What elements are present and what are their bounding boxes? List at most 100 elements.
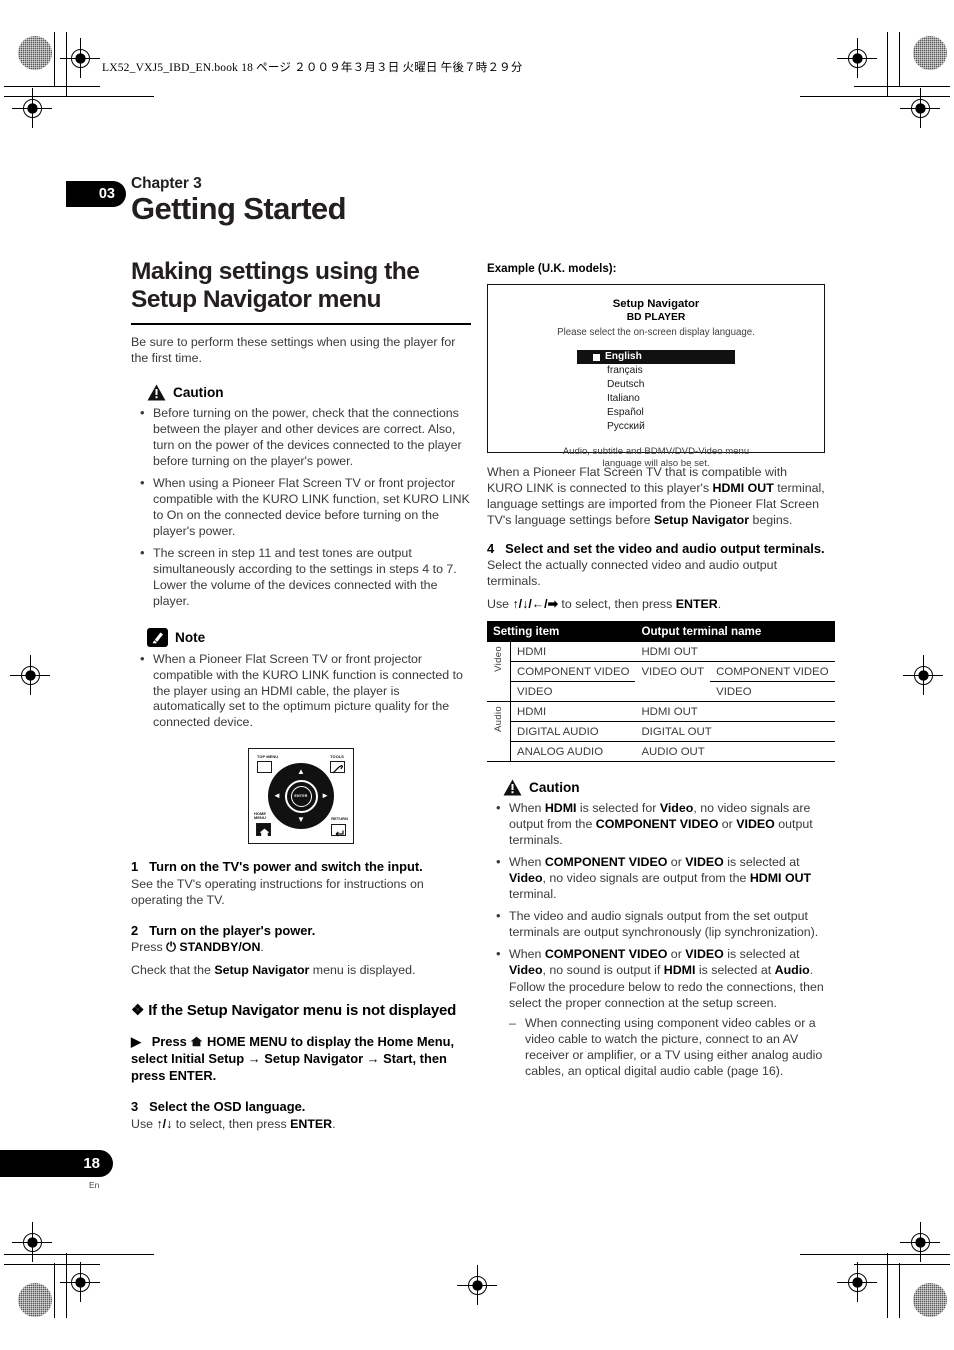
crop-line-bottom-left-v — [54, 1263, 55, 1318]
osd-language-list: English français Deutsch Italiano Españo… — [498, 350, 814, 433]
table-header-setting-item: Setting item — [487, 621, 636, 643]
osd-language-label: English — [605, 351, 642, 363]
registration-mark-bottom-center — [457, 1265, 497, 1305]
step-2-check-post: menu is displayed. — [309, 963, 416, 978]
step-3-heading: 3 Select the OSD language. — [131, 1099, 471, 1114]
step-2-period: . — [260, 940, 264, 955]
c2-b1: COMPONENT VIDEO — [544, 855, 668, 870]
crop-line-top-right-v — [899, 32, 900, 87]
example-label: Example (U.K. models): — [487, 262, 617, 275]
dpad-right-arrow[interactable]: ► — [321, 792, 329, 800]
setup-navigator-term: Setup Navigator — [654, 513, 750, 527]
home-icon — [259, 828, 270, 837]
return-arrow-icon — [335, 830, 344, 837]
note-list: When a Pioneer Flat Screen TV or front p… — [131, 651, 471, 732]
crop-line-top-left-v2 — [66, 32, 67, 97]
arrow-step-press: Press — [151, 1034, 191, 1050]
osd-language-option[interactable]: Русский — [577, 420, 735, 434]
c4-b1: COMPONENT VIDEO — [544, 946, 668, 961]
table-cell-item: HDMI — [510, 701, 636, 723]
osd-footer-line-1: Audio, subtitle and BDMV/DVD-Video menu — [562, 445, 750, 457]
note-item: When a Pioneer Flat Screen TV or front p… — [131, 651, 471, 732]
step-2-press-text: Press — [131, 940, 167, 955]
osd-language-option[interactable]: Deutsch — [577, 378, 735, 392]
subheading-setup-navigator-not-displayed: ❖ If the Setup Navigator menu is not dis… — [131, 1002, 471, 1021]
remote-home-menu-key[interactable] — [256, 823, 271, 837]
crop-line-top-left-v — [54, 32, 55, 87]
standby-on-label: STANDBY/ON — [179, 940, 261, 955]
registration-mark-bottom-left-corner — [12, 88, 52, 128]
step-2-number: 2 — [131, 922, 139, 938]
c4-b3: Video — [509, 962, 543, 977]
c1-b1: HDMI — [544, 801, 577, 816]
osd-language-option[interactable]: Italiano — [577, 392, 735, 406]
step-2-title: Turn on the player's power. — [149, 922, 316, 938]
remote-return-key[interactable] — [331, 824, 346, 837]
caution-heading-right: Caution — [503, 779, 825, 796]
c1-b2: Video — [659, 801, 694, 816]
osd-language-option-selected[interactable]: English — [577, 350, 735, 365]
step-4: 4 Select and set the video and audio out… — [487, 541, 825, 612]
remote-dpad[interactable]: ▲ ▼ ◄ ► ENTER — [268, 763, 334, 830]
arrow-step-marker: ▶ — [131, 1034, 141, 1050]
page-number-tab: 18 — [0, 1150, 113, 1177]
caution-item: When HDMI is selected for Video, no vide… — [487, 800, 825, 849]
dpad-left-arrow[interactable]: ◄ — [273, 792, 281, 800]
step-4-heading: 4 Select and set the video and audio out… — [487, 541, 825, 556]
enter-label: ENTER — [675, 597, 718, 612]
c4-b2: VIDEO — [685, 946, 724, 961]
table-cell-item: HDMI — [510, 642, 636, 663]
registration-mark-top-right-corner — [900, 88, 940, 128]
step-2-heading: 2 Turn on the player's power. — [131, 923, 471, 938]
osd-example-box: Setup Navigator BD PLAYER Please select … — [487, 284, 825, 469]
step-1-title: Turn on the TV's power and switch the in… — [149, 859, 423, 875]
osd-language-option[interactable]: français — [577, 364, 735, 378]
left-column: Chapter 3 Getting Started Making setting… — [131, 175, 471, 1132]
registration-mark-bottom-right — [837, 1262, 877, 1302]
osd-subtitle: BD PLAYER — [626, 312, 686, 324]
chapter-label: Chapter 3 — [131, 175, 202, 192]
c1-b3: COMPONENT VIDEO — [595, 817, 719, 832]
remote-illustration-wrap: TOP MENU TOOLS HOME MENU RETURN ▲ ▼ ◄ ► … — [131, 748, 471, 845]
density-dot-bottom-left — [18, 1283, 52, 1317]
step-4-title: Select and set the video and audio outpu… — [505, 541, 825, 556]
note-heading: Note — [147, 627, 471, 647]
remote-tools-key[interactable] — [330, 761, 345, 774]
caution-item: Before turning on the power, check that … — [131, 405, 471, 470]
step-4-use-post: . — [717, 597, 722, 612]
remote-tools-label: TOOLS — [330, 754, 344, 760]
remote-top-menu-key[interactable] — [257, 761, 272, 774]
table-cell-terminal: AUDIO OUT — [635, 741, 835, 763]
osd-language-option[interactable]: Español — [577, 406, 735, 420]
osd-title: Setup Navigator — [612, 298, 700, 310]
caution-list-left: Before turning on the power, check that … — [131, 405, 471, 609]
table-row: COMPONENT VIDEO VIDEO OUT COMPONENT VIDE… — [487, 661, 835, 703]
wrench-icon — [332, 765, 344, 774]
remote-return-label: RETURN — [331, 816, 348, 822]
caution-item: The video and audio signals output from … — [487, 908, 825, 941]
crop-line-bottom-right-v — [899, 1263, 900, 1318]
table-cell-item: COMPONENT VIDEO — [510, 661, 636, 683]
note-title: Note — [175, 629, 206, 645]
dpad-up-arrow[interactable]: ▲ — [297, 768, 305, 776]
remote-home-menu-label: HOME MENU — [254, 810, 267, 821]
crop-line-bottom-right-h2 — [800, 1254, 950, 1255]
remote-control-diagram: TOP MENU TOOLS HOME MENU RETURN ▲ ▼ ◄ ► … — [248, 748, 354, 845]
subheading-bullet-icon: ❖ — [131, 1002, 145, 1020]
c2-b2: VIDEO — [685, 855, 724, 870]
step-1-heading: 1 Turn on the TV's power and switch the … — [131, 859, 471, 874]
table-row: ANALOG AUDIO AUDIO OUT — [487, 741, 835, 763]
step-4-body: Select the actually connected video and … — [487, 558, 778, 589]
dpad-down-arrow[interactable]: ▼ — [297, 816, 305, 824]
output-terminal-table: Setting item Output terminal name Video … — [487, 621, 835, 763]
table-row: Video HDMI HDMI OUT — [487, 642, 835, 703]
step-4-use-line: Use ↑/↓/←/➡ to select, then press ENTER. — [487, 596, 825, 612]
registration-mark-bottom-right-2 — [900, 1222, 940, 1262]
warning-triangle-icon — [147, 384, 166, 401]
c4-p2: or — [667, 946, 686, 961]
density-dot-top-right — [913, 36, 947, 70]
caution-title-left: Caution — [173, 385, 224, 401]
c4-p6: . — [809, 962, 814, 977]
step-3-title: Select the OSD language. — [149, 1099, 306, 1115]
remote-enter-button[interactable]: ENTER — [290, 785, 312, 807]
